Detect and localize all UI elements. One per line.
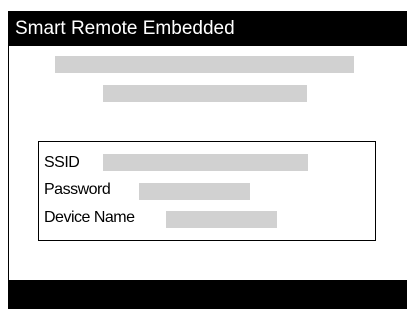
- device-name-value-placeholder: [166, 211, 277, 228]
- ssid-label: SSID: [44, 154, 80, 171]
- title-bar: Smart Remote Embedded: [8, 11, 407, 46]
- password-label: Password: [44, 181, 111, 198]
- message-line-1-placeholder: [55, 56, 354, 73]
- ssid-value-placeholder: [103, 154, 308, 171]
- screen-content: SSID Password Device Name: [9, 46, 407, 280]
- device-name-label: Device Name: [44, 209, 135, 226]
- camera-screen-frame: Smart Remote Embedded SSID Password Devi…: [8, 11, 407, 309]
- network-info-box: SSID Password Device Name: [38, 141, 376, 241]
- screen-title: Smart Remote Embedded: [15, 18, 235, 39]
- password-value-placeholder: [139, 183, 250, 200]
- message-line-2-placeholder: [103, 85, 307, 102]
- bottom-bar: [8, 280, 407, 309]
